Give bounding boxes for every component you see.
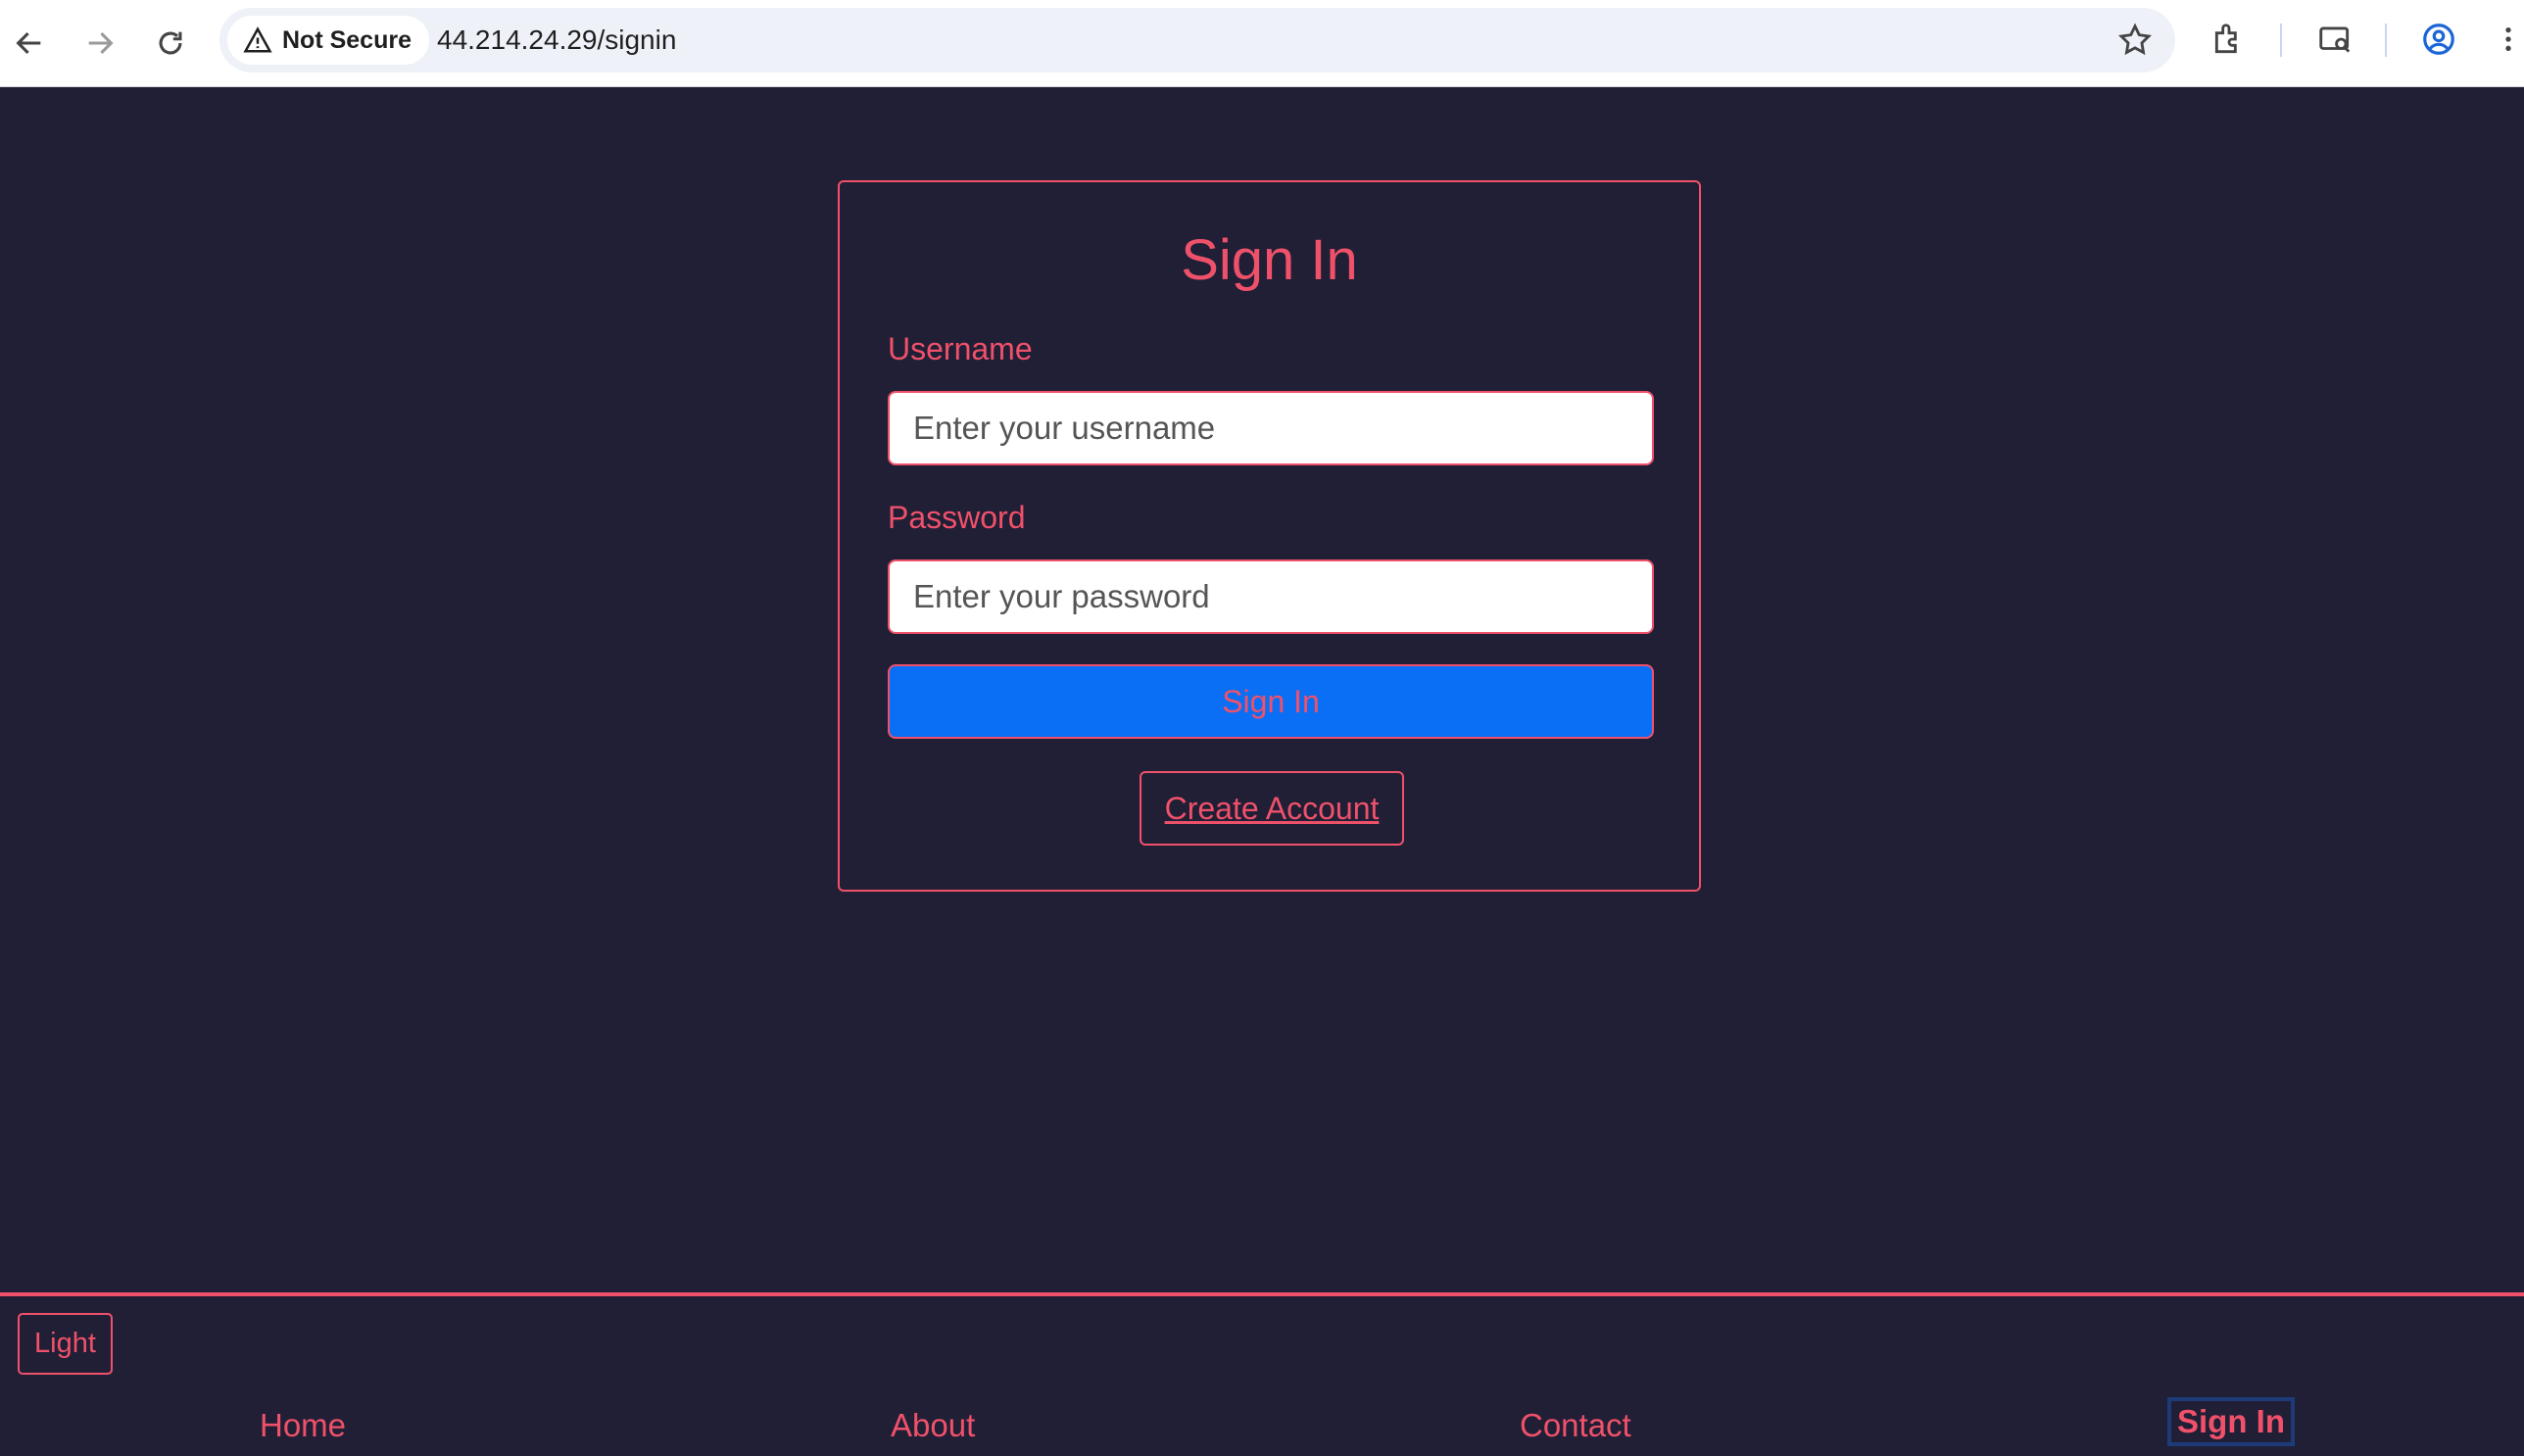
password-label: Password [888,500,1026,535]
reload-button[interactable] [143,16,198,71]
footer-nav-about[interactable]: About [891,1407,975,1444]
footer-nav-home[interactable]: Home [260,1407,346,1444]
signin-submit-button[interactable]: Sign In [888,664,1654,739]
toolbar-divider [2385,24,2387,57]
browser-toolbar: Not Secure 44.214.24.29/signin [0,0,2524,87]
signin-title: Sign In [1181,228,1358,292]
profile-button[interactable] [2418,19,2459,60]
security-indicator[interactable]: Not Secure [227,16,429,65]
browser-menu-button[interactable] [2493,19,2524,60]
back-arrow-icon [16,31,41,55]
back-button[interactable] [2,16,57,71]
password-input[interactable] [888,559,1654,634]
signin-card: Sign In Username Password Sign In Create… [838,180,1701,892]
footer-divider [0,1292,2524,1296]
profile-icon [2423,24,2454,55]
username-input[interactable] [888,391,1654,465]
tab-search-icon [2319,26,2351,53]
toolbar-divider [2280,24,2282,57]
warning-icon [243,26,272,53]
forward-arrow-icon [88,31,114,55]
tab-search-button[interactable] [2314,19,2355,60]
extensions-icon [2214,24,2237,54]
extensions-button[interactable] [2208,19,2250,60]
menu-dots-icon [2505,27,2511,51]
bookmark-star-icon[interactable] [2116,22,2154,59]
security-label: Not Secure [282,25,412,54]
forward-button[interactable] [73,16,127,71]
create-account-link[interactable]: Create Account [1140,771,1404,846]
theme-toggle-button[interactable]: Light [18,1313,113,1375]
url-text[interactable]: 44.214.24.29/signin [437,8,676,73]
footer-nav-signin[interactable]: Sign In [2167,1397,2295,1446]
address-bar[interactable]: Not Secure 44.214.24.29/signin [219,8,2175,73]
footer-nav-contact[interactable]: Contact [1520,1407,1631,1444]
reload-icon [159,31,182,55]
username-label: Username [888,331,1033,366]
